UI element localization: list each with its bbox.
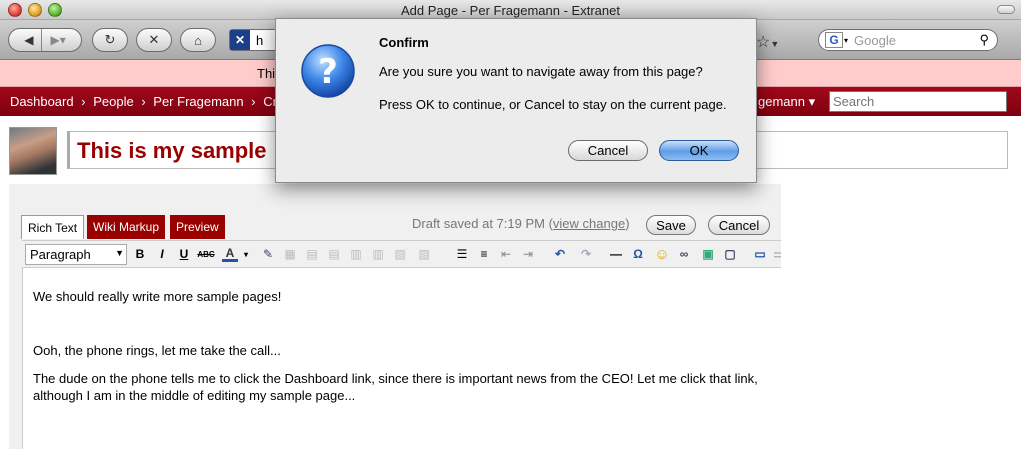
- breadcrumb-separator: ›: [81, 94, 86, 109]
- editor-toolbar: Paragraph ▼ B I U ABC A ▾ ✎ ▦ ▤ ▤ ▥ ▥ ▧ …: [22, 240, 781, 268]
- chevron-down-icon: ▼: [115, 248, 124, 258]
- table-row-after-icon: ▤: [328, 247, 340, 261]
- svg-text:?: ?: [318, 52, 338, 92]
- breadcrumb-people[interactable]: People: [93, 94, 133, 109]
- site-favicon-icon: ✕: [230, 30, 250, 50]
- reload-button[interactable]: ↻: [92, 28, 128, 52]
- image-icon[interactable]: ▣: [700, 246, 716, 262]
- table-col-icon: ▥: [350, 247, 362, 261]
- emoticon-icon[interactable]: ☺: [654, 246, 670, 263]
- format-select[interactable]: Paragraph ▼: [25, 244, 127, 265]
- engine-dropdown-icon[interactable]: ▾: [844, 36, 848, 45]
- fullscreen-icon[interactable]: ▭: [752, 246, 768, 262]
- stop-icon: ✕: [148, 32, 160, 47]
- back-forward-buttons[interactable]: ◀ ▶▾: [8, 28, 82, 52]
- italic-icon[interactable]: I: [154, 246, 170, 262]
- home-button[interactable]: ⌂: [180, 28, 216, 52]
- underline-icon[interactable]: U: [176, 246, 192, 262]
- address-text: h: [256, 32, 264, 48]
- content-paragraph: Ooh, the phone rings, let me take the ca…: [33, 343, 281, 358]
- back-icon[interactable]: ◀: [24, 33, 33, 47]
- view-change-link[interactable]: view change: [553, 216, 625, 231]
- forward-icon[interactable]: ▶▾: [50, 33, 65, 47]
- indent-icon[interactable]: ⇥: [520, 246, 536, 262]
- draft-status-text: Draft saved at 7:19 PM (: [412, 216, 553, 231]
- special-char-icon[interactable]: Ω: [630, 246, 646, 262]
- google-icon[interactable]: G: [825, 32, 843, 48]
- address-bar[interactable]: ✕ h: [229, 29, 279, 51]
- window-titlebar: Add Page - Per Fragemann - Extranet: [0, 0, 1021, 20]
- content-paragraph: The dude on the phone tells me to click …: [33, 371, 758, 403]
- text-color-icon[interactable]: A: [222, 246, 238, 262]
- site-search-input[interactable]: [829, 91, 1007, 112]
- bookmark-star-icon[interactable]: ☆▼: [756, 32, 779, 52]
- dialog-detail: Press OK to continue, or Cancel to stay …: [379, 97, 727, 112]
- more-icon[interactable]: ▭: [774, 246, 781, 262]
- user-avatar[interactable]: [9, 127, 57, 175]
- save-button[interactable]: Save: [646, 215, 696, 235]
- draft-status: Draft saved at 7:19 PM (view change): [412, 216, 630, 231]
- tab-preview[interactable]: Preview: [170, 215, 225, 239]
- table-row-icon: ▤: [306, 247, 318, 261]
- draft-status-close: ): [625, 216, 630, 231]
- cancel-button[interactable]: Cancel: [708, 215, 770, 235]
- page-title-value: This is my sample: [77, 138, 267, 163]
- redo-icon[interactable]: ↷: [578, 246, 594, 262]
- edit-icon[interactable]: ✎: [260, 246, 276, 262]
- breadcrumb-per-fragemann[interactable]: Per Fragemann: [153, 94, 243, 109]
- breadcrumb-separator: ›: [251, 94, 256, 109]
- macro-icon[interactable]: ▢: [722, 246, 738, 262]
- undo-icon[interactable]: ↶: [552, 246, 568, 262]
- table-col-after-icon: ▥: [372, 247, 384, 261]
- dialog-title: Confirm: [379, 35, 429, 50]
- bold-icon[interactable]: B: [132, 246, 148, 262]
- table-insert-icon: ▦: [284, 247, 296, 261]
- numbered-list-icon[interactable]: ≡: [476, 246, 492, 262]
- breadcrumb-dashboard[interactable]: Dashboard: [10, 94, 74, 109]
- tab-wiki-markup[interactable]: Wiki Markup: [87, 215, 166, 239]
- dialog-cancel-button[interactable]: Cancel: [568, 140, 648, 161]
- user-menu[interactable]: gemann ▾: [758, 94, 815, 110]
- home-icon: ⌂: [194, 32, 202, 48]
- tab-rich-text[interactable]: Rich Text: [21, 215, 85, 239]
- window-title: Add Page - Per Fragemann - Extranet: [401, 3, 620, 18]
- editor-content[interactable]: We should really write more sample pages…: [22, 268, 781, 449]
- dialog-message: Are you sure you want to navigate away f…: [379, 64, 703, 79]
- toolbar-toggle-button[interactable]: [997, 5, 1015, 14]
- horizontal-rule-icon[interactable]: —: [608, 246, 624, 262]
- table-merge-icon: ▧: [394, 247, 406, 261]
- text-color-dropdown-icon[interactable]: ▾: [238, 246, 254, 262]
- breadcrumb-separator: ›: [141, 94, 146, 109]
- table-delete-icon: ▨: [418, 247, 430, 261]
- stop-button[interactable]: ✕: [136, 28, 172, 52]
- breadcrumb: Dashboard › People › Per Fragemann › Cr: [10, 94, 281, 109]
- confirm-dialog: ? Confirm Are you sure you want to navig…: [275, 18, 757, 183]
- link-icon[interactable]: ∞: [676, 246, 692, 262]
- question-icon: ?: [301, 44, 355, 98]
- strikethrough-icon[interactable]: ABC: [197, 246, 214, 262]
- format-select-value: Paragraph: [30, 247, 91, 262]
- dialog-ok-button[interactable]: OK: [659, 140, 739, 161]
- content-paragraph: We should really write more sample pages…: [33, 289, 282, 304]
- search-field[interactable]: G ▾ Google ⚲: [818, 29, 998, 51]
- bullet-list-icon[interactable]: ☰: [454, 246, 470, 262]
- outdent-icon[interactable]: ⇤: [498, 246, 514, 262]
- magnifier-icon[interactable]: ⚲: [979, 32, 989, 48]
- reload-icon: ↻: [104, 32, 116, 47]
- search-placeholder: Google: [854, 32, 896, 48]
